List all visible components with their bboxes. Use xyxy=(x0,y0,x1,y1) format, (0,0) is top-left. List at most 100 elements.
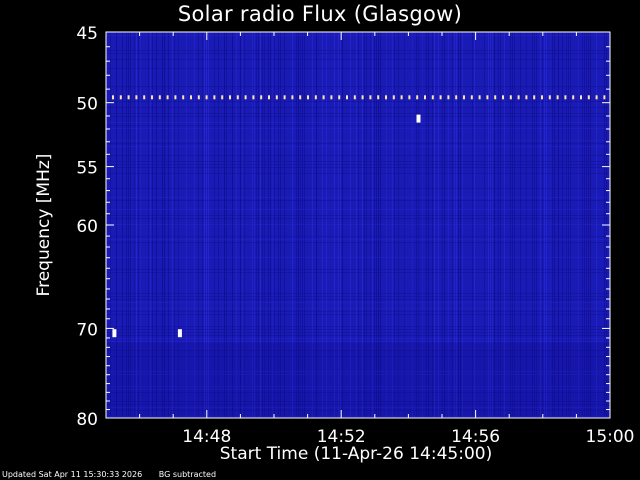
interference-dot xyxy=(205,95,208,100)
interference-dot xyxy=(197,95,200,100)
interference-dot xyxy=(463,95,465,100)
interference-dot xyxy=(182,95,185,100)
interference-dot xyxy=(509,95,512,100)
interference-dot xyxy=(494,95,497,100)
texture-row xyxy=(106,86,610,87)
chart-root: Solar radio Flux (Glasgow) 45 50 55 60 70 80 1… xyxy=(0,0,640,480)
y-axis-label: Frequency [MHz] xyxy=(34,153,54,297)
texture-row xyxy=(106,215,610,216)
interference-dot xyxy=(252,95,255,100)
interference-dot xyxy=(385,95,387,100)
texture-row xyxy=(106,218,610,219)
texture-row xyxy=(106,239,610,240)
interference-dot xyxy=(166,95,169,100)
interference-dot xyxy=(603,95,606,100)
interference-dot xyxy=(260,95,263,100)
texture-row xyxy=(106,200,610,201)
interference-dot xyxy=(221,95,224,100)
interference-dot xyxy=(322,95,325,100)
interference-dot xyxy=(478,95,481,100)
interference-dot xyxy=(236,95,239,100)
interference-dot xyxy=(299,95,302,100)
x-axis-label: Start Time (11-Apr-26 14:45:00) xyxy=(219,444,493,464)
interference-dot xyxy=(229,95,231,100)
status-footer: Updated Sat Apr 11 15:30:33 2026 BG subt… xyxy=(2,470,230,479)
texture-row xyxy=(106,53,610,54)
interference-dot xyxy=(112,95,114,100)
burst-spike xyxy=(112,329,117,338)
spectrogram-plot: 45505560708014:48 14:52 14:56 15:00 xyxy=(76,24,634,447)
texture-row xyxy=(106,155,610,156)
interference-dot xyxy=(556,95,559,100)
interference-dot xyxy=(392,95,395,100)
texture-row xyxy=(106,269,610,270)
y-tick-label: 50 xyxy=(76,95,98,115)
y-tick-label: 80 xyxy=(76,410,98,430)
interference-dot xyxy=(455,95,458,100)
texture-row xyxy=(106,293,610,294)
y-tick-label: 45 xyxy=(76,24,98,44)
interference-dot xyxy=(517,95,520,100)
y-tick-label: 55 xyxy=(76,159,98,179)
y-tick-label: 60 xyxy=(76,217,98,237)
interference-dot xyxy=(283,95,286,100)
interference-dot xyxy=(486,95,489,100)
texture-row xyxy=(106,101,610,102)
y-tick-label: 70 xyxy=(76,320,98,340)
interference-dot xyxy=(143,95,146,100)
interference-dot xyxy=(135,95,138,100)
interference-dot xyxy=(190,95,192,100)
interference-dot xyxy=(268,95,270,100)
texture-row xyxy=(106,257,610,258)
interference-dot xyxy=(127,95,130,100)
interference-dot xyxy=(174,95,177,100)
texture-row xyxy=(106,173,610,174)
interference-dot xyxy=(119,95,122,100)
texture-row xyxy=(106,68,610,69)
interference-dot xyxy=(346,95,348,100)
texture-row xyxy=(106,167,610,168)
texture-row xyxy=(106,128,610,129)
texture-row xyxy=(106,113,610,114)
interference-dot xyxy=(244,95,247,100)
interference-dot xyxy=(369,95,372,100)
texture-row xyxy=(106,140,610,141)
interference-dot xyxy=(291,95,294,100)
interference-dot xyxy=(439,95,442,100)
interference-dot xyxy=(314,95,317,100)
texture-row xyxy=(106,296,610,297)
texture-row xyxy=(106,197,610,198)
texture-row xyxy=(106,224,610,225)
burst-spike xyxy=(416,114,421,123)
texture-row xyxy=(106,299,610,300)
interference-dot xyxy=(377,95,380,100)
texture-row xyxy=(106,236,610,237)
interference-dot xyxy=(447,95,450,100)
interference-dot xyxy=(151,95,153,100)
texture-row xyxy=(106,242,610,243)
interference-dot xyxy=(213,95,216,100)
texture-row xyxy=(106,314,610,315)
texture-row xyxy=(106,116,610,117)
interference-dot xyxy=(564,95,567,100)
interference-dot xyxy=(424,95,426,100)
interference-dot xyxy=(548,95,551,100)
interference-dot xyxy=(595,95,598,100)
texture-row xyxy=(106,326,610,327)
interference-dot xyxy=(541,95,543,100)
interference-dot xyxy=(400,95,403,100)
texture-row xyxy=(106,338,610,339)
interference-dot xyxy=(361,95,364,100)
texture-row xyxy=(106,146,610,147)
texture-row xyxy=(106,161,610,162)
interference-dot xyxy=(431,95,434,100)
interference-dot xyxy=(502,95,504,100)
texture-row xyxy=(106,209,610,210)
lower-band-shade xyxy=(106,342,610,418)
interference-dot xyxy=(533,95,536,100)
interference-dot xyxy=(580,95,582,100)
interference-dot xyxy=(408,95,411,100)
interference-dot xyxy=(525,95,528,100)
burst-spike xyxy=(177,329,182,338)
interference-dot xyxy=(572,95,575,100)
